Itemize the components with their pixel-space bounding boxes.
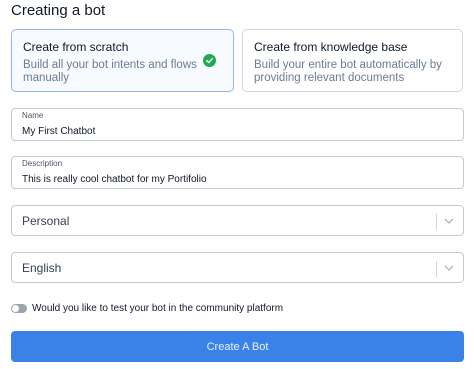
toggle-knob bbox=[12, 305, 19, 312]
name-label: Name bbox=[22, 111, 44, 120]
community-test-row: Would you like to test your bot in the c… bbox=[11, 303, 283, 314]
chevron-down-icon[interactable] bbox=[443, 216, 455, 226]
check-circle-icon bbox=[203, 54, 216, 67]
description-input[interactable] bbox=[22, 174, 453, 185]
description-label: Description bbox=[22, 159, 63, 168]
select-divider bbox=[436, 261, 437, 277]
category-selected-value: Personal bbox=[22, 214, 70, 228]
option-description: Build all your bot intents and flows man… bbox=[23, 59, 197, 84]
name-input[interactable] bbox=[22, 126, 453, 137]
name-field[interactable]: Name bbox=[11, 108, 464, 141]
language-select[interactable]: English bbox=[11, 252, 464, 283]
chevron-down-icon[interactable] bbox=[443, 263, 455, 273]
option-create-from-scratch[interactable]: Create from scratch Build all your bot i… bbox=[11, 29, 234, 92]
option-title: Create from knowledge base bbox=[254, 40, 408, 54]
option-title: Create from scratch bbox=[23, 40, 129, 54]
category-select[interactable]: Personal bbox=[11, 205, 464, 236]
create-bot-button[interactable]: Create A Bot bbox=[11, 331, 464, 362]
language-selected-value: English bbox=[22, 261, 62, 275]
page-title: Creating a bot bbox=[11, 2, 106, 19]
select-divider bbox=[436, 214, 437, 230]
description-field[interactable]: Description bbox=[11, 156, 464, 189]
community-test-toggle[interactable] bbox=[11, 304, 27, 313]
option-description: Build your entire bot automatically by p… bbox=[254, 59, 442, 84]
community-test-label: Would you like to test your bot in the c… bbox=[32, 303, 284, 314]
option-create-from-knowledge-base[interactable]: Create from knowledge base Build your en… bbox=[242, 29, 463, 92]
